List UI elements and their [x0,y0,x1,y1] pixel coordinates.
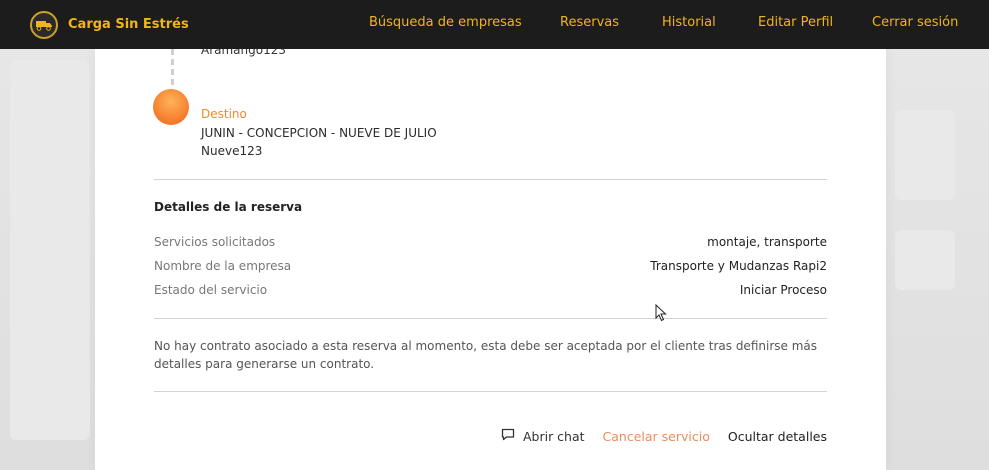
nav-link-historial[interactable]: Historial [662,15,716,30]
card-actions: Abrir chat Cancelar servicio Ocultar det… [501,428,827,444]
nav-link-editar-perfil[interactable]: Editar Perfil [758,15,833,30]
nav-link-busqueda-empresas[interactable]: Búsqueda de empresas [369,15,522,30]
hide-details-button[interactable]: Ocultar detalles [728,429,827,444]
detail-value: Transporte y Mudanzas Rapi2 [650,259,827,273]
background-blur-block [10,60,90,440]
detail-key: Nombre de la empresa [154,259,292,273]
mouse-pointer-icon [655,303,667,326]
truck-logo-icon [30,10,58,39]
destination-marker-icon [153,89,189,125]
detail-row-estado: Estado del servicio Iniciar Proceso [154,281,827,299]
brand[interactable]: Carga Sin Estrés [30,10,189,39]
detail-row-empresa: Nombre de la empresa Transporte y Mudanz… [154,257,827,275]
nav-link-reservas[interactable]: Reservas [560,15,619,30]
contract-notice: No hay contrato asociado a esta reserva … [154,339,817,371]
destination-address: JUNIN - CONCEPCION - NUEVE DE JULIO [201,126,437,140]
open-chat-label: Abrir chat [522,428,585,444]
cancel-service-button[interactable]: Cancelar servicio [603,429,710,444]
divider [154,179,827,180]
destination-label: Destino [201,107,247,121]
brand-name: Carga Sin Estrés [68,17,189,32]
top-navbar: Carga Sin Estrés Búsqueda de empresas Re… [0,0,989,49]
detail-value: Iniciar Proceso [739,283,827,297]
background-blur-block [895,110,955,200]
open-chat-button[interactable]: Abrir chat [501,428,585,444]
detail-row-servicios: Servicios solicitados montaje, transport… [154,233,827,251]
detail-value: montaje, transporte [707,235,827,249]
divider [154,318,827,319]
background-blur-block [895,230,955,290]
reservation-detail-card: Aramango123 Destino JUNIN - CONCEPCION -… [95,43,886,470]
detail-key: Servicios solicitados [154,235,276,249]
chat-bubble-icon [501,428,515,444]
nav-link-cerrar-sesion[interactable]: Cerrar sesión [872,15,958,30]
destination-reference: Nueve123 [201,144,263,158]
detail-key: Estado del servicio [154,283,268,297]
details-section-title: Detalles de la reserva [154,200,303,214]
divider [154,391,827,392]
route-timeline-connector [171,49,174,89]
